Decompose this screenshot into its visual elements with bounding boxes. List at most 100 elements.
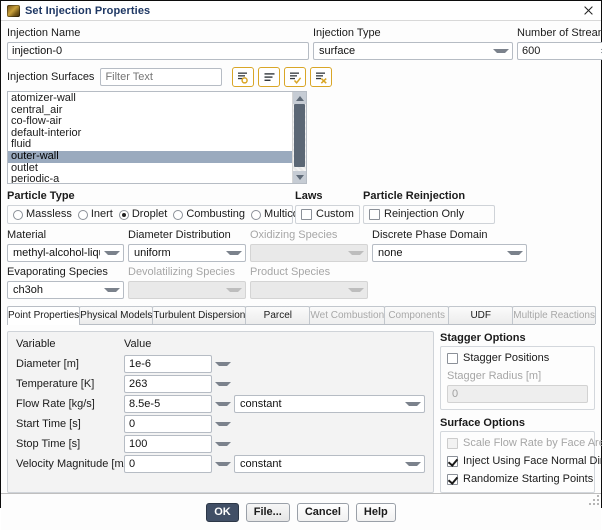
tab-turbulent-dispersion[interactable]: Turbulent Dispersion bbox=[152, 306, 247, 324]
chevron-down-icon bbox=[104, 251, 120, 255]
particle-type-option-inert[interactable]: Inert bbox=[77, 208, 113, 221]
number-of-streams-label: Number of Streams bbox=[517, 27, 602, 39]
radio-icon[interactable] bbox=[13, 209, 23, 220]
inject-face-normal-label: Inject Using Face Normal Direction bbox=[463, 455, 602, 467]
stagger-positions-label: Stagger Positions bbox=[463, 352, 550, 364]
surface-list-scrollbar[interactable] bbox=[292, 92, 306, 183]
injection-type-value: surface bbox=[319, 45, 356, 57]
tab-multiple-reactions: Multiple Reactions bbox=[512, 306, 596, 324]
evaporating-species-combo[interactable]: ch3oh bbox=[7, 281, 124, 299]
product-species-label: Product Species bbox=[250, 266, 331, 278]
scroll-thumb[interactable] bbox=[294, 104, 305, 167]
reinjection-only-label: Reinjection Only bbox=[384, 208, 465, 220]
diameter-input[interactable] bbox=[124, 355, 212, 373]
velocity-magnitude-dropdown-icon[interactable] bbox=[212, 462, 234, 466]
close-icon[interactable] bbox=[579, 2, 597, 19]
scroll-track[interactable] bbox=[293, 104, 306, 171]
list-item[interactable]: fluid bbox=[8, 139, 292, 151]
randomize-starting-points-label: Randomize Starting Points bbox=[463, 473, 594, 485]
radio-icon[interactable] bbox=[173, 209, 184, 220]
discrete-phase-domain-combo[interactable]: none bbox=[372, 244, 527, 262]
list-item-selected[interactable]: outer-wall bbox=[8, 150, 292, 163]
row-label: Diameter [m] bbox=[16, 357, 79, 370]
list-item[interactable]: outlet bbox=[8, 163, 292, 175]
tab-parcel[interactable]: Parcel bbox=[245, 306, 311, 324]
cancel-button[interactable]: Cancel bbox=[296, 502, 349, 522]
filter-list-icon[interactable] bbox=[232, 67, 255, 87]
row-flow-rate: Flow Rate [kg/s] constant bbox=[16, 394, 425, 414]
diameter-distribution-combo[interactable]: uniform bbox=[128, 244, 246, 262]
stagger-positions-row[interactable]: Stagger Positions bbox=[447, 352, 588, 365]
flow-rate-method-combo[interactable]: constant bbox=[234, 395, 425, 413]
row-label: Velocity Magnitude [m/s] bbox=[16, 457, 136, 470]
stop-time-input[interactable] bbox=[124, 435, 212, 453]
custom-checkbox[interactable] bbox=[301, 209, 312, 220]
resize-grip-icon[interactable] bbox=[589, 495, 599, 505]
scroll-down-icon[interactable] bbox=[293, 171, 306, 183]
injection-type-combo[interactable]: surface bbox=[313, 42, 513, 60]
option-label: Massless bbox=[26, 208, 72, 220]
tab-udf[interactable]: UDF bbox=[448, 306, 514, 324]
chevron-down-icon bbox=[348, 251, 364, 255]
evaporating-species-label: Evaporating Species bbox=[7, 266, 108, 278]
laws-label: Laws bbox=[295, 190, 323, 202]
stop-time-dropdown-icon[interactable] bbox=[212, 442, 234, 446]
particle-type-option-droplet[interactable]: Droplet bbox=[118, 208, 167, 221]
temperature-input[interactable] bbox=[124, 375, 212, 393]
stagger-options-box: Stagger Positions Stagger Radius [m] bbox=[440, 346, 595, 410]
start-time-input[interactable] bbox=[124, 415, 212, 433]
stagger-radius-label: Stagger Radius [m] bbox=[447, 370, 542, 382]
flow-rate-input[interactable] bbox=[124, 395, 212, 413]
discrete-phase-domain-label: Discrete Phase Domain bbox=[372, 229, 488, 241]
scroll-up-icon[interactable] bbox=[293, 92, 306, 104]
list-item[interactable]: default-interior bbox=[8, 128, 292, 140]
list-all-icon[interactable] bbox=[258, 67, 281, 87]
help-button[interactable]: Help bbox=[355, 502, 396, 522]
list-item[interactable]: periodic-a bbox=[8, 174, 292, 183]
reinjection-only-checkbox[interactable] bbox=[369, 209, 380, 220]
file-button[interactable]: File... bbox=[245, 502, 290, 522]
ok-button[interactable]: OK bbox=[206, 502, 239, 522]
tab-point-properties[interactable]: Point Properties bbox=[7, 306, 81, 325]
particle-reinjection-label: Particle Reinjection bbox=[363, 190, 466, 202]
diameter-dropdown-icon[interactable] bbox=[212, 362, 234, 366]
number-of-streams-value: 600 bbox=[522, 45, 541, 57]
list-item[interactable]: atomizer-wall bbox=[8, 93, 292, 105]
injection-surfaces-listbox[interactable]: atomizer-wall central_air co-flow-air de… bbox=[7, 91, 307, 184]
temperature-dropdown-icon[interactable] bbox=[212, 382, 234, 386]
inject-face-normal-checkbox[interactable] bbox=[447, 456, 458, 467]
select-all-icon[interactable] bbox=[284, 67, 307, 87]
surface-filter-input[interactable] bbox=[100, 68, 223, 86]
particle-type-option-combusting[interactable]: Combusting bbox=[173, 208, 245, 221]
radio-icon[interactable] bbox=[77, 209, 88, 220]
injection-name-input[interactable] bbox=[7, 42, 309, 60]
radio-icon-selected[interactable] bbox=[118, 209, 129, 220]
inject-face-normal-row[interactable]: Inject Using Face Normal Direction bbox=[447, 455, 602, 468]
deselect-all-icon[interactable] bbox=[310, 67, 333, 87]
list-item[interactable]: central_air bbox=[8, 105, 292, 117]
number-of-streams-spinner[interactable]: 600 bbox=[517, 42, 602, 60]
point-properties-header: Variable Value bbox=[16, 338, 425, 351]
randomize-starting-points-row[interactable]: Randomize Starting Points bbox=[447, 473, 593, 486]
flow-rate-dropdown-icon[interactable] bbox=[212, 402, 234, 406]
material-label: Material bbox=[7, 229, 47, 241]
option-label: Combusting bbox=[186, 208, 246, 220]
variable-column-header: Variable bbox=[16, 338, 56, 350]
surface-options-box: Scale Flow Rate by Face Area Inject Usin… bbox=[440, 431, 602, 493]
particle-type-group: Massless Inert Droplet Combusting bbox=[7, 205, 342, 224]
start-time-dropdown-icon[interactable] bbox=[212, 422, 234, 426]
randomize-starting-points-checkbox[interactable] bbox=[447, 474, 458, 485]
particle-type-option-massless[interactable]: Massless bbox=[13, 208, 72, 221]
list-item[interactable]: co-flow-air bbox=[8, 116, 292, 128]
velocity-magnitude-input[interactable] bbox=[124, 455, 212, 473]
scale-flow-rate-checkbox bbox=[447, 438, 458, 449]
dialog-body: Injection Name Injection Type surface Nu… bbox=[1, 21, 602, 493]
value-column-header: Value bbox=[124, 338, 152, 350]
stagger-positions-checkbox[interactable] bbox=[447, 353, 458, 364]
diameter-distribution-label: Diameter Distribution bbox=[128, 229, 231, 241]
radio-icon[interactable] bbox=[251, 209, 262, 220]
point-properties-panel: Variable Value Diameter [m] Temperature … bbox=[7, 331, 434, 493]
material-combo[interactable]: methyl-alcohol-liquid bbox=[7, 244, 124, 262]
velocity-magnitude-method-combo[interactable]: constant bbox=[234, 455, 425, 473]
tab-physical-models[interactable]: Physical Models bbox=[79, 306, 154, 324]
